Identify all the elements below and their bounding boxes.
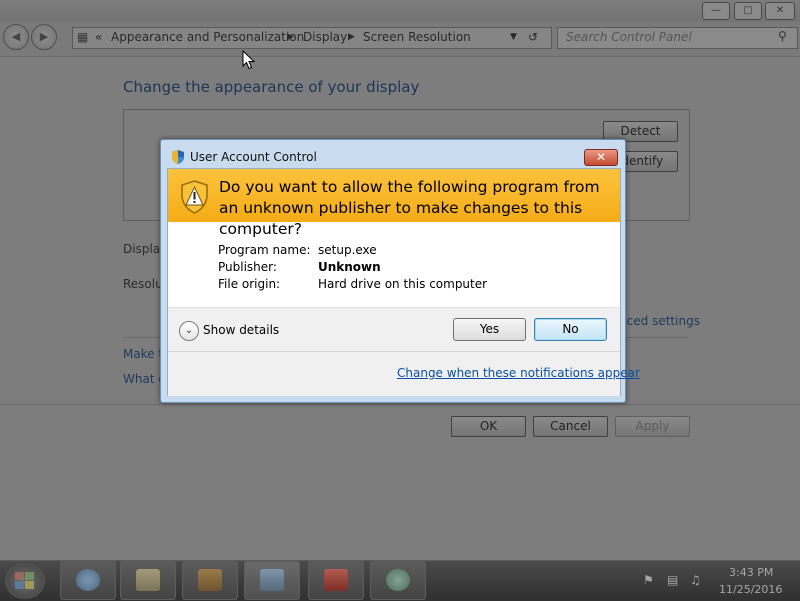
search-placeholder: Search Control Panel (566, 30, 692, 44)
minimize-button[interactable]: — (702, 2, 730, 20)
program-name-value: setup.exe (318, 243, 377, 257)
dialog-footer: ⌄ Show details Yes No Change when these … (168, 307, 640, 396)
taskbar-setup[interactable] (370, 561, 426, 600)
warning-banner: Do you want to allow the following progr… (168, 169, 620, 238)
maximize-button[interactable]: □ (734, 2, 762, 20)
yes-button[interactable]: Yes (453, 318, 526, 341)
toolbox-icon (324, 569, 348, 591)
dialog-content: Do you want to allow the following progr… (167, 168, 640, 396)
breadcrumb-display[interactable]: Display (303, 30, 347, 44)
publisher-value: Unknown (318, 260, 381, 274)
make-text-larger-link[interactable]: Make t (123, 347, 163, 361)
warning-shield-icon (181, 180, 208, 214)
network-icon[interactable]: ▤ (667, 573, 678, 587)
media-player-icon (198, 569, 222, 591)
no-button[interactable]: No (534, 318, 607, 341)
start-button[interactable] (5, 563, 45, 599)
cancel-button[interactable]: Cancel (533, 416, 608, 437)
search-icon: ⚲ (778, 29, 787, 43)
windows-logo-icon (15, 572, 34, 589)
taskbar-control-panel[interactable] (244, 561, 300, 600)
uac-dialog: User Account Control ✕ Do you want to al… (160, 139, 640, 403)
clock-date[interactable]: 11/25/2016 (719, 583, 782, 596)
chevron-down-icon[interactable]: ⌄ (179, 321, 199, 341)
search-input[interactable]: Search Control Panel ⚲ (557, 27, 798, 49)
breadcrumb-appearance[interactable]: Appearance and Personalization (111, 30, 304, 44)
window-title-bar (0, 0, 800, 22)
change-notifications-link[interactable]: Change when these notifications appear (397, 366, 640, 380)
internet-explorer-icon (76, 569, 100, 591)
control-panel-icon: ▦ (77, 30, 89, 44)
apply-button: Apply (615, 416, 690, 437)
clock-time[interactable]: 3:43 PM (729, 566, 773, 579)
ok-button[interactable]: OK (451, 416, 526, 437)
breadcrumb-separator-icon: ▶ (348, 32, 355, 42)
show-details-button[interactable]: Show details (203, 323, 279, 337)
program-name-label: Program name: (218, 243, 311, 257)
setup-icon (386, 569, 410, 591)
taskbar-internet-explorer[interactable] (60, 561, 116, 600)
forward-button[interactable]: ▶ (31, 24, 57, 50)
breadcrumb-separator-icon: ▶ (287, 32, 294, 42)
history-dropdown-icon[interactable]: ▼ (510, 32, 517, 42)
refresh-icon[interactable]: ↺ (528, 30, 538, 44)
close-window-button[interactable]: ✕ (765, 2, 795, 20)
breadcrumb-prefix: « (95, 30, 103, 44)
taskbar-file-explorer[interactable] (120, 561, 176, 600)
uac-question: Do you want to allow the following progr… (219, 178, 600, 238)
publisher-label: Publisher: (218, 260, 277, 274)
breadcrumb-screen-resolution[interactable]: Screen Resolution (363, 30, 471, 44)
footer-divider (168, 351, 620, 352)
footer-divider (0, 404, 800, 405)
taskbar-media-player[interactable] (182, 561, 238, 600)
file-origin-label: File origin: (218, 277, 281, 291)
page-title: Change the appearance of your display (123, 78, 420, 96)
volume-icon[interactable]: ♫ (690, 573, 701, 587)
close-icon[interactable]: ✕ (584, 149, 618, 166)
back-button[interactable]: ◀ (3, 24, 29, 50)
file-explorer-icon (136, 569, 160, 591)
dialog-title: User Account Control (190, 150, 317, 164)
mouse-cursor-icon (242, 50, 256, 70)
address-bar[interactable]: ▦ « Appearance and Personalization ▶ Dis… (72, 27, 552, 49)
file-origin-value: Hard drive on this computer (318, 277, 488, 291)
control-panel-icon (260, 569, 284, 591)
flag-icon[interactable]: ⚑ (643, 573, 654, 587)
uac-shield-icon (172, 150, 184, 164)
taskbar-toolbox[interactable] (308, 561, 364, 600)
